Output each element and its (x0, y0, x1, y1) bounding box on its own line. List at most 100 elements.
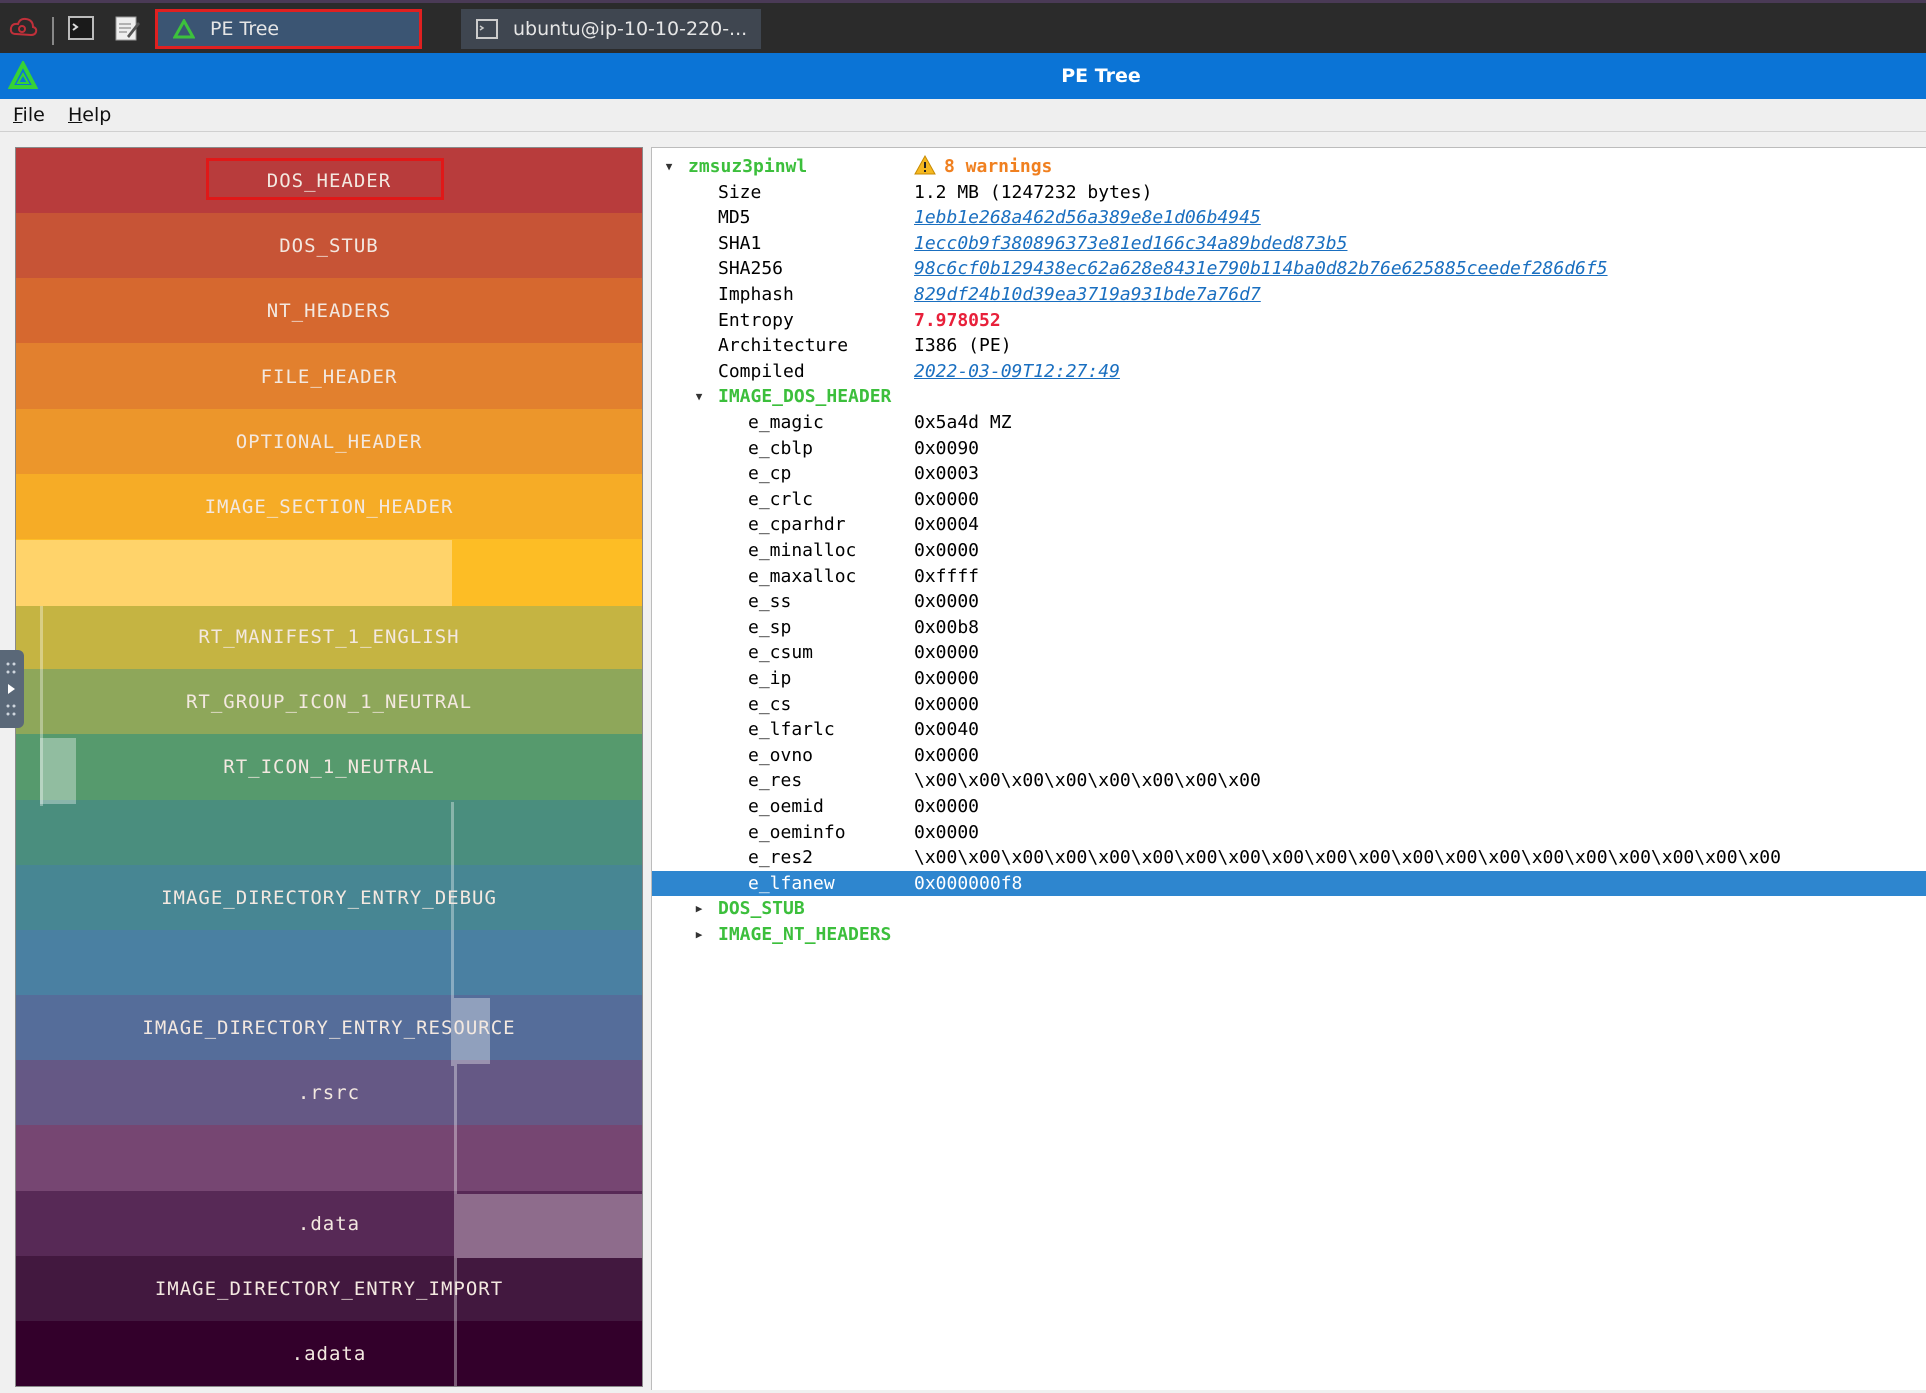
tree-row-summary[interactable]: Size 1.2 MB (1247232 bytes) (652, 180, 1926, 205)
map-region-label: RT_ICON_1_NEUTRAL (223, 756, 435, 779)
field-name: e_ovno (748, 744, 814, 766)
tree-row-field[interactable]: e_cblp 0x0090 (652, 436, 1926, 461)
tree-row-collapsed-section[interactable]: ▶ IMAGE_NT_HEADERS (652, 922, 1926, 947)
tree-row-field[interactable]: e_cs 0x0000 (652, 692, 1926, 717)
field-name: e_cblp (748, 437, 814, 459)
map-region[interactable]: IMAGE_DIRECTORY_ENTRY_DEBUG (16, 864, 642, 931)
field-value[interactable]: 98c6cf0b129438ec62a628e8431e790b114ba0d8… (914, 256, 1608, 281)
tree-row-summary[interactable]: SHA256 98c6cf0b129438ec62a628e8431e790b11… (652, 256, 1926, 281)
field-name: SHA1 (718, 232, 762, 254)
expand-arrow-icon[interactable]: ▼ (692, 384, 706, 409)
map-region-label: IMAGE_DIRECTORY_ENTRY_RESOURCE (142, 1017, 516, 1040)
map-region[interactable]: OPTIONAL_HEADER (16, 408, 642, 475)
field-value: 0x0000 (914, 591, 980, 613)
pe-tree-view[interactable]: ▼ zmsuz3pinwl 8 warnings Size 1.2 MB (124723… (651, 147, 1926, 1390)
tree-row-field[interactable]: e_res \x00\x00\x00\x00\x00\x00\x00\x00 (652, 768, 1926, 793)
taskbar-task-terminal[interactable]: ubuntu@ip-10-10-220-... (461, 9, 761, 49)
tree-row-field[interactable]: e_maxalloc 0xffff (652, 564, 1926, 589)
field-name: e_ip (748, 668, 792, 689)
root-file-name: zmsuz3pinwl (688, 156, 808, 177)
field-value[interactable]: 1ebb1e268a462d56a389e8e1d06b4945 (914, 205, 1261, 230)
menu-help[interactable]: Help (68, 104, 111, 126)
field-value[interactable]: 829df24b10d39ea3719a931bde7a76d7 (914, 282, 1261, 307)
menu-file[interactable]: File (13, 104, 45, 126)
map-region-label: NT_HEADERS (266, 300, 392, 323)
collapse-arrow-icon[interactable]: ▶ (692, 896, 706, 921)
field-name: e_res (748, 770, 803, 792)
map-region-label: FILE_HEADER (260, 365, 398, 388)
collapse-arrow-icon[interactable]: ▶ (692, 922, 706, 947)
map-region[interactable] (16, 929, 642, 997)
menu-help-label: elp (82, 104, 112, 126)
tree-row-field[interactable]: e_ss 0x0000 (652, 589, 1926, 614)
tree-row-summary[interactable]: SHA1 1ecc0b9f380896373e81ed166c34a89bded8… (652, 231, 1926, 256)
map-region[interactable]: .rsrc (16, 1060, 642, 1127)
field-name: e_oeminfo (748, 821, 846, 843)
map-region[interactable]: RT_MANIFEST_1_ENGLISH (16, 604, 642, 671)
tree-row-field[interactable]: e_cp 0x0003 (652, 461, 1926, 486)
tree-row-summary[interactable]: Entropy 7.978052 (652, 308, 1926, 333)
section-name: DOS_STUB (718, 898, 805, 920)
cloud-icon[interactable] (6, 11, 40, 45)
tree-row-field[interactable]: e_ip 0x0000 (652, 666, 1926, 691)
tree-row-collapsed-section[interactable]: ▶ DOS_STUB (652, 896, 1926, 921)
field-value[interactable]: 1ecc0b9f380896373e81ed166c34a89bded873b5 (914, 231, 1347, 256)
map-region[interactable]: .adata (16, 1320, 642, 1386)
map-region-label: DOS_STUB (279, 235, 379, 258)
terminal-icon[interactable] (64, 11, 98, 45)
field-name: e_csum (748, 642, 814, 664)
tree-row-field[interactable]: e_oeminfo 0x0000 (652, 820, 1926, 845)
taskbar-task-pe-tree[interactable]: PE Tree (155, 9, 422, 49)
map-region[interactable]: FILE_HEADER (16, 343, 642, 410)
field-name: e_minalloc (748, 540, 857, 561)
tree-row-field[interactable]: e_minalloc 0x0000 (652, 538, 1926, 563)
tree-row-field[interactable]: e_magic 0x5a4d MZ (652, 410, 1926, 435)
menu-file-mnemonic: F (13, 104, 23, 126)
map-region[interactable]: NT_HEADERS (16, 278, 642, 345)
tree-row-image-dos-header[interactable]: ▼ IMAGE_DOS_HEADER (652, 384, 1926, 409)
map-region[interactable]: IMAGE_SECTION_HEADER (16, 473, 642, 540)
pe-tree-icon (172, 17, 196, 41)
map-region[interactable]: DOS_STUB (16, 213, 642, 280)
field-value: 0x0000 (914, 488, 980, 510)
field-value[interactable]: 2022-03-09T12:27:49 (914, 359, 1120, 384)
tree-row-summary[interactable]: Imphash 829df24b10d39ea3719a931bde7a76d7 (652, 282, 1926, 307)
tree-row-selected[interactable]: e_lfanew 0x000000f8 (652, 870, 1926, 896)
panel-splitter-handle[interactable] (0, 650, 24, 728)
tree-row-field[interactable]: e_csum 0x0000 (652, 640, 1926, 665)
map-region[interactable]: RT_ICON_1_NEUTRAL (16, 734, 642, 801)
taskbar: PE Tree ubuntu@ip-10-10-220-... (0, 0, 1926, 53)
selected-region-highlight (206, 158, 444, 200)
warnings-indicator[interactable]: 8 warnings (914, 154, 1052, 179)
field-value: \x00\x00\x00\x00\x00\x00\x00\x00\x00\x00… (914, 847, 1781, 869)
field-name: e_cp (748, 463, 792, 485)
field-value: 0x0000 (914, 642, 980, 664)
map-region-label: OPTIONAL_HEADER (235, 430, 423, 453)
tree-row-field[interactable]: e_crlc 0x0000 (652, 487, 1926, 512)
tree-row-summary[interactable]: MD5 1ebb1e268a462d56a389e8e1d06b4945 (652, 205, 1926, 230)
field-value: I386 (PE) (914, 335, 1012, 357)
tree-row-field[interactable]: e_sp 0x00b8 (652, 615, 1926, 640)
map-region[interactable] (16, 799, 642, 866)
field-value: 0x0000 (914, 668, 980, 689)
field-name: e_maxalloc (748, 565, 857, 587)
map-region[interactable]: RT_GROUP_ICON_1_NEUTRAL (16, 669, 642, 736)
map-region[interactable]: IMAGE_DIRECTORY_ENTRY_IMPORT (16, 1255, 642, 1322)
tree-row-root[interactable]: ▼ zmsuz3pinwl 8 warnings (652, 154, 1926, 179)
tree-row-field[interactable]: e_cparhdr 0x0004 (652, 512, 1926, 537)
field-name: e_ss (748, 591, 792, 613)
notes-icon[interactable] (110, 11, 144, 45)
tree-row-summary[interactable]: Compiled 2022-03-09T12:27:49 (652, 359, 1926, 384)
tree-row-field[interactable]: e_ovno 0x0000 (652, 743, 1926, 768)
tree-row-field[interactable]: e_oemid 0x0000 (652, 794, 1926, 819)
tree-row-field[interactable]: e_res2 \x00\x00\x00\x00\x00\x00\x00\x00\x… (652, 845, 1926, 870)
field-name: e_cs (748, 693, 792, 715)
expand-arrow-icon[interactable]: ▼ (662, 154, 676, 179)
map-region[interactable]: IMAGE_DIRECTORY_ENTRY_RESOURCE (16, 995, 642, 1062)
field-name: e_crlc (748, 488, 814, 510)
tree-row-summary[interactable]: Architecture I386 (PE) (652, 333, 1926, 358)
tree-row-field[interactable]: e_lfarlc 0x0040 (652, 717, 1926, 742)
map-region[interactable] (16, 1125, 642, 1192)
field-name: MD5 (718, 207, 751, 229)
pe-structure-map: DOS_HEADER DOS_STUB NT_HEADERS FILE_HEADER O… (15, 147, 643, 1387)
